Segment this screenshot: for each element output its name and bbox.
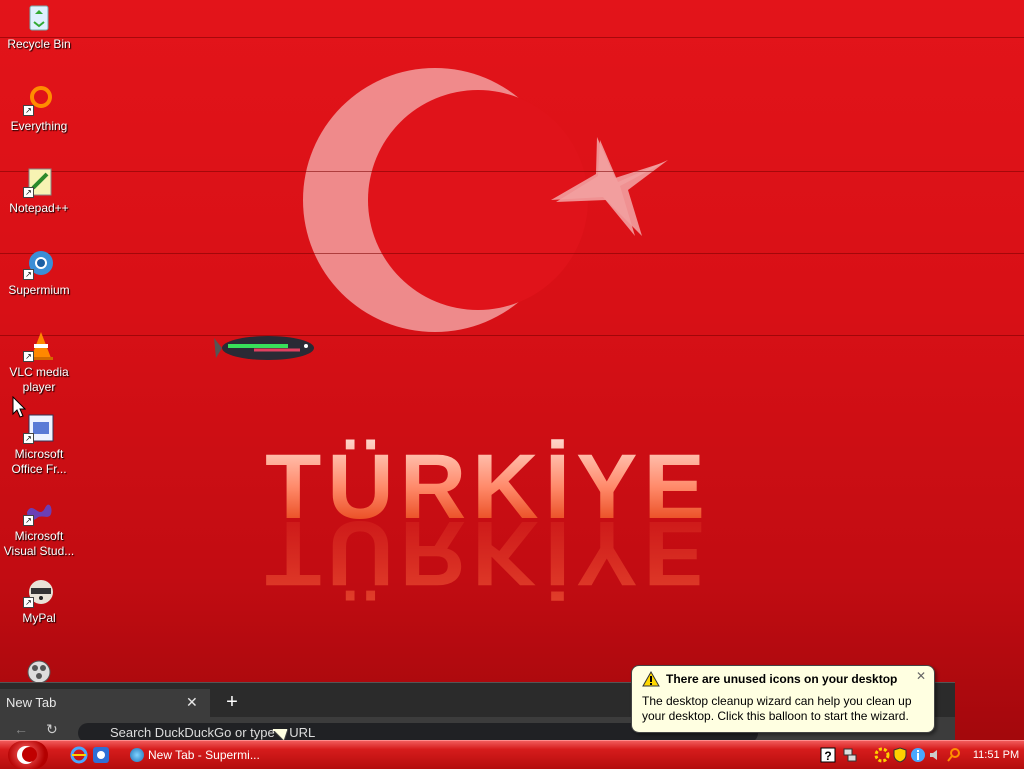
new-tab-button[interactable]: + xyxy=(220,691,244,715)
desktop-icon-label: Supermium xyxy=(8,283,70,297)
info-icon[interactable] xyxy=(910,747,926,763)
start-button[interactable] xyxy=(8,741,48,769)
desktop-icon-notepadpp[interactable]: ↗ Notepad++ xyxy=(2,166,76,216)
desktop-icon-label: Recycle Bin xyxy=(7,37,71,51)
desktop-icon-mypal[interactable]: ↗ MyPal xyxy=(2,576,76,626)
taskbar-clock[interactable]: 11:51 PM xyxy=(968,741,1024,769)
supermium-browser-icon: ↗ xyxy=(23,248,55,280)
wallpaper: TÜRKİYE TÜRKİYE xyxy=(265,68,711,604)
desktop-icon-office-frontpage[interactable]: ↗ Microsoft Office Fr... xyxy=(2,412,76,477)
everything-search-icon: ↗ xyxy=(23,84,55,116)
internet-explorer-icon[interactable] xyxy=(70,746,88,764)
notepad-plus-plus-icon: ↗ xyxy=(23,166,55,198)
svg-text:?: ? xyxy=(824,749,831,763)
quick-launch-browser-icon[interactable] xyxy=(92,746,110,764)
tab-close-icon[interactable]: ✕ xyxy=(186,694,198,711)
help-icon[interactable]: ? xyxy=(820,747,836,763)
settings-gear-icon[interactable] xyxy=(874,747,890,763)
close-icon[interactable]: ✕ xyxy=(914,669,928,683)
desktop-icon-visual-studio[interactable]: ↗ Microsoft Visual Stud... xyxy=(2,494,76,559)
recycle-bin-icon xyxy=(23,2,55,34)
warning-icon xyxy=(642,671,660,687)
desktop-icon-recycle-bin[interactable]: Recycle Bin xyxy=(2,2,76,52)
taskbar-button-label: New Tab - Supermi... xyxy=(148,748,260,762)
desktop-icon-label: Notepad++ xyxy=(9,201,69,215)
desktop-icon-label: VLC media player xyxy=(9,365,69,394)
security-shield-icon[interactable] xyxy=(892,747,908,763)
balloon-title: There are unused icons on your desktop xyxy=(666,672,898,686)
taskbar-button-supermium[interactable]: New Tab - Supermi... xyxy=(126,743,286,767)
desktop-icon-supermium[interactable]: ↗ Supermium xyxy=(2,248,76,298)
volume-icon[interactable] xyxy=(928,747,944,763)
office-frontpage-icon: ↗ xyxy=(23,412,55,444)
mouse-pointer-icon xyxy=(12,396,26,418)
desktop-icon-everything[interactable]: ↗ Everything xyxy=(2,84,76,134)
taskbar: New Tab - Supermi... ? 11:51 PM xyxy=(0,740,1024,769)
desktop-icon-label: Everything xyxy=(10,119,68,133)
supermium-browser-icon xyxy=(130,748,144,762)
browser-tab[interactable]: New Tab ✕ xyxy=(0,689,210,717)
desktop-fish-pet[interactable] xyxy=(214,328,318,368)
crescent-cut xyxy=(368,90,588,310)
desktop-icon-vlc[interactable]: ↗ VLC media player xyxy=(2,330,76,395)
mypal-raccoon-icon: ↗ xyxy=(23,576,55,608)
balloon-message: The desktop cleanup wizard can help you … xyxy=(642,694,912,723)
desktop-icon-label: MyPal xyxy=(22,611,56,625)
desktop-icon-label: Microsoft Office Fr... xyxy=(11,447,67,476)
visual-studio-icon: ↗ xyxy=(23,494,55,526)
network-icon[interactable] xyxy=(842,747,858,763)
svg-text:TÜRKİYE: TÜRKİYE xyxy=(265,502,711,604)
vlc-cone-icon: ↗ xyxy=(23,330,55,362)
back-arrow-icon[interactable]: ← xyxy=(14,721,28,737)
search-icon[interactable] xyxy=(946,747,962,763)
reload-icon[interactable]: ↻ xyxy=(46,721,58,738)
desktop-icon-label: Microsoft Visual Stud... xyxy=(3,529,75,558)
tab-title: New Tab xyxy=(6,695,57,710)
notification-balloon[interactable]: There are unused icons on your desktop ✕… xyxy=(631,665,935,733)
